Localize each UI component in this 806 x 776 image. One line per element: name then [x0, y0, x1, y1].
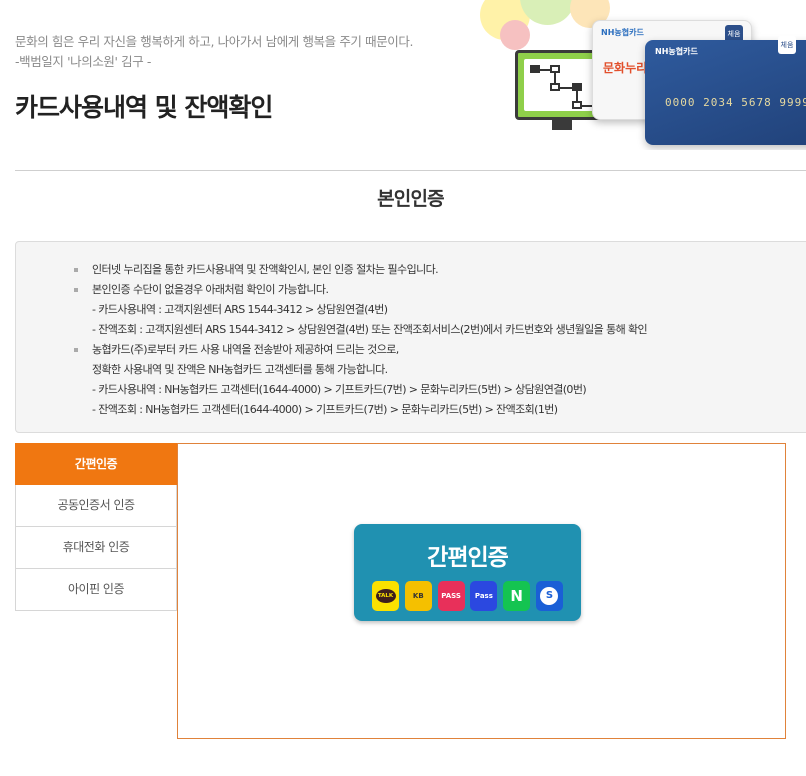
shinhan-icon-label: S	[540, 587, 559, 605]
provider-icons: TALK KB PASS Pass N S	[372, 581, 563, 611]
notice-item: 본인인증 수단이 없을경우 아래처럼 확인이 가능합니다. - 카드사용내역 :…	[74, 280, 648, 340]
card-badge-blue: 체움	[778, 36, 796, 54]
quote-line-2: -백범일지 '나의소원' 김구 -	[15, 54, 152, 69]
decor-circle-pink	[500, 20, 530, 50]
notice-item-text: 농협카드(주)로부터 카드 사용 내역을 전송받아 제공하여 드리는 것으로,	[92, 343, 399, 356]
notice-box: 인터넷 누리집을 통한 카드사용내역 및 잔액확인시, 본인 인증 절차는 필수…	[15, 241, 806, 433]
pass-blue-icon: Pass	[470, 581, 498, 611]
card-image-blue: NH농협카드 체움 0000 2034 5678 9999	[645, 36, 806, 145]
kakao-icon-label: TALK	[375, 589, 396, 603]
header-illustration: NH농협카드 문화누리 체움 NH농협카드 체움 0000 2034 5678 …	[440, 0, 806, 150]
card-brand-white: NH농협카드	[601, 28, 644, 37]
notice-item: 농협카드(주)로부터 카드 사용 내역을 전송받아 제공하여 드리는 것으로, …	[74, 340, 647, 420]
pass-red-icon: PASS	[437, 581, 465, 611]
auth-panel: 간편인증 TALK KB PASS Pass N S	[177, 443, 786, 739]
tab-ipin-auth[interactable]: 아이핀 인증	[15, 569, 177, 611]
page-title: 카드사용내역 및 잔액확인	[15, 93, 273, 122]
auth-tab-list: 간편인증 공동인증서 인증 휴대전화 인증 아이핀 인증	[15, 443, 177, 611]
shinhan-icon: S	[535, 581, 563, 611]
simple-auth-button[interactable]: 간편인증 TALK KB PASS Pass N S	[354, 524, 581, 621]
notice-item-text: 인터넷 누리집을 통한 카드사용내역 및 잔액확인시, 본인 인증 절차는 필수…	[92, 263, 439, 276]
kb-icon: KB	[404, 581, 432, 611]
tab-phone-auth[interactable]: 휴대전화 인증	[15, 527, 177, 569]
notice-subline: - 카드사용내역 : NH농협카드 고객센터(1644-4000) > 기프트카…	[92, 383, 587, 396]
notice-subline: - 잔액조회 : NH농협카드 고객센터(1644-4000) > 기프트카드(…	[92, 403, 558, 416]
card-brand-blue: NH농협카드	[655, 47, 698, 56]
monitor-stand	[552, 120, 572, 130]
simple-auth-button-label: 간편인증	[427, 545, 509, 571]
notice-subline: - 잔액조회 : 고객지원센터 ARS 1544-3412 > 상담원연결(4번…	[92, 323, 648, 336]
quote: 문화의 힘은 우리 자신을 행복하게 하고, 나아가서 남에게 행복을 주기 때…	[15, 32, 413, 72]
card-number: 0000 2034 5678 9999	[665, 96, 806, 109]
kakao-icon: TALK	[372, 581, 399, 611]
card-brand-white-text: 문화누리	[603, 61, 648, 75]
notice-item: 인터넷 누리집을 통한 카드사용내역 및 잔액확인시, 본인 인증 절차는 필수…	[74, 260, 647, 280]
section-title: 본인인증	[377, 188, 445, 210]
quote-line-1: 문화의 힘은 우리 자신을 행복하게 하고, 나아가서 남에게 행복을 주기 때…	[15, 34, 414, 49]
notice-item-text: 본인인증 수단이 없을경우 아래처럼 확인이 가능합니다.	[92, 283, 329, 296]
notice-subline: 정확한 사용내역 및 잔액은 NH농협카드 고객센터를 통해 가능합니다.	[92, 363, 388, 376]
divider	[15, 170, 806, 171]
notice-list: 인터넷 누리집을 통한 카드사용내역 및 잔액확인시, 본인 인증 절차는 필수…	[74, 260, 648, 420]
tab-certificate-auth[interactable]: 공동인증서 인증	[15, 485, 177, 527]
tab-simple-auth[interactable]: 간편인증	[15, 443, 177, 485]
naver-icon: N	[503, 581, 531, 611]
notice-subline: - 카드사용내역 : 고객지원센터 ARS 1544-3412 > 상담원연결(…	[92, 303, 388, 316]
